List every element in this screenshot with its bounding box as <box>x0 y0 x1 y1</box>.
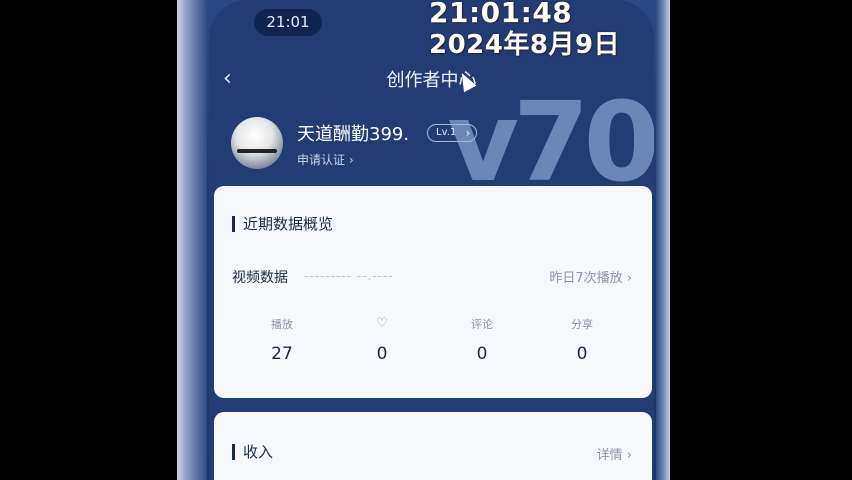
stat-label: 评论 <box>471 318 493 331</box>
username: 天道酬勤399. <box>297 124 410 145</box>
chevron-right-icon: › <box>465 126 471 140</box>
phone-frame: 21:01 ‹ 创作者中心 v70 天道酬勤399. Lv.1 › 申请认证 ›… <box>177 0 670 480</box>
stat-label: 分享 <box>571 318 593 331</box>
level-badge[interactable]: Lv.1 › <box>427 124 478 142</box>
stat-shares: 分享 0 <box>542 316 622 364</box>
video-data-label: 视频数据 <box>232 270 288 286</box>
video-data-link[interactable]: 昨日7次播放 › <box>549 267 632 286</box>
video-data-subtext: --------- --.---- <box>304 269 394 283</box>
stat-value: 0 <box>376 344 388 364</box>
page-title: 创作者中心 <box>386 70 477 91</box>
timestamp-date: 2024年8月9日 <box>429 30 621 60</box>
decorative-background-text: v70 <box>447 95 654 190</box>
income-title: 收入 <box>232 444 273 460</box>
income-card: 收入 详情 › <box>214 412 652 480</box>
recent-data-overview-card: 近期数据概览 视频数据 --------- --.---- 昨日7次播放 › 播… <box>214 186 652 398</box>
level-text: Lv.1 <box>436 127 457 138</box>
section-title: 近期数据概览 <box>232 216 333 232</box>
apply-verification-link[interactable]: 申请认证 › <box>297 151 354 168</box>
stat-value: 0 <box>476 344 488 364</box>
avatar[interactable] <box>231 117 283 169</box>
phone-bezel-right <box>656 0 670 480</box>
stat-label: 播放 <box>271 318 293 331</box>
stat-plays: 播放 27 <box>242 316 322 364</box>
phone-bezel-left <box>177 0 207 480</box>
stat-comments: 评论 0 <box>442 316 522 364</box>
stat-likes: ♡ 0 <box>342 316 422 364</box>
status-time: 21:01 <box>254 9 322 36</box>
phone-screen: 21:01 ‹ 创作者中心 v70 天道酬勤399. Lv.1 › 申请认证 ›… <box>209 0 654 480</box>
income-details-link[interactable]: 详情 › <box>597 444 632 463</box>
stat-value: 27 <box>271 344 293 364</box>
heart-icon: ♡ <box>376 316 388 331</box>
stat-value: 0 <box>576 344 588 364</box>
